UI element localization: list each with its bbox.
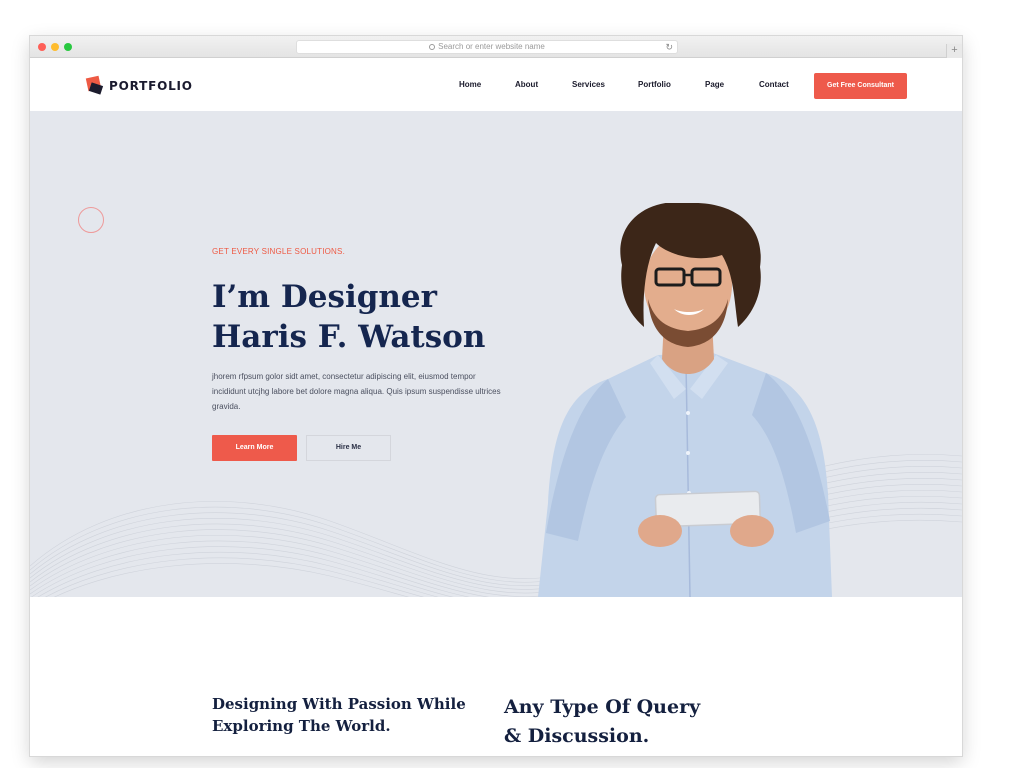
hire-me-button[interactable]: Hire Me — [306, 435, 391, 461]
logo-mark-icon — [85, 75, 104, 96]
plus-icon[interactable]: + — [946, 44, 962, 58]
reload-icon[interactable]: ↻ — [665, 41, 673, 53]
browser-toolbar: Search or enter website name ↻ + — [30, 36, 962, 58]
learn-more-button[interactable]: Learn More — [212, 435, 297, 461]
get-free-consultant-button[interactable]: Get Free Consultant — [814, 73, 907, 99]
nav-services[interactable]: Services — [572, 80, 605, 89]
hero-headline: I’m Designer Haris F. Watson — [212, 277, 485, 357]
maximize-window-button[interactable] — [64, 43, 72, 51]
headline-line-2: Haris F. Watson — [212, 319, 486, 355]
headline-line-1: I’m Designer — [212, 279, 437, 315]
query-heading-line-1: Any Type Of Query — [504, 696, 701, 718]
hero-description: jhorem rfpsum golor sidt amet, consectet… — [212, 372, 501, 411]
designer-portrait-image — [538, 203, 832, 597]
passion-heading-line-2: Exploring The World. — [212, 717, 391, 735]
hero-section: GET EVERY SINGLE SOLUTIONS. I’m Designer… — [30, 111, 962, 597]
nav-contact[interactable]: Contact — [759, 80, 789, 89]
logo-text: PORTFOLIO — [109, 79, 193, 93]
nav-page[interactable]: Page — [705, 80, 724, 89]
hero-eyebrow: GET EVERY SINGLE SOLUTIONS. — [212, 247, 345, 256]
close-window-button[interactable] — [38, 43, 46, 51]
search-icon — [429, 44, 436, 50]
browser-window: Search or enter website name ↻ + PORTFOL… — [30, 36, 962, 756]
circle-decoration — [78, 207, 104, 233]
query-heading-line-2: & Discussion. — [504, 725, 650, 747]
passion-heading-line-1: Designing With Passion While — [212, 695, 466, 713]
nav-about[interactable]: About — [515, 80, 538, 89]
site-header: PORTFOLIO Home About Services Portfolio … — [30, 59, 962, 111]
minimize-window-button[interactable] — [51, 43, 59, 51]
nav-portfolio[interactable]: Portfolio — [638, 80, 671, 89]
about-section: Designing With Passion While Exploring T… — [30, 597, 962, 756]
address-bar[interactable]: Search or enter website name ↻ — [296, 40, 678, 54]
address-placeholder: Search or enter website name — [438, 42, 545, 51]
nav-home[interactable]: Home — [459, 80, 481, 89]
query-heading: Any Type Of Query & Discussion. — [504, 693, 700, 751]
logo[interactable]: PORTFOLIO — [85, 75, 193, 97]
passion-heading: Designing With Passion While Exploring T… — [212, 693, 466, 737]
